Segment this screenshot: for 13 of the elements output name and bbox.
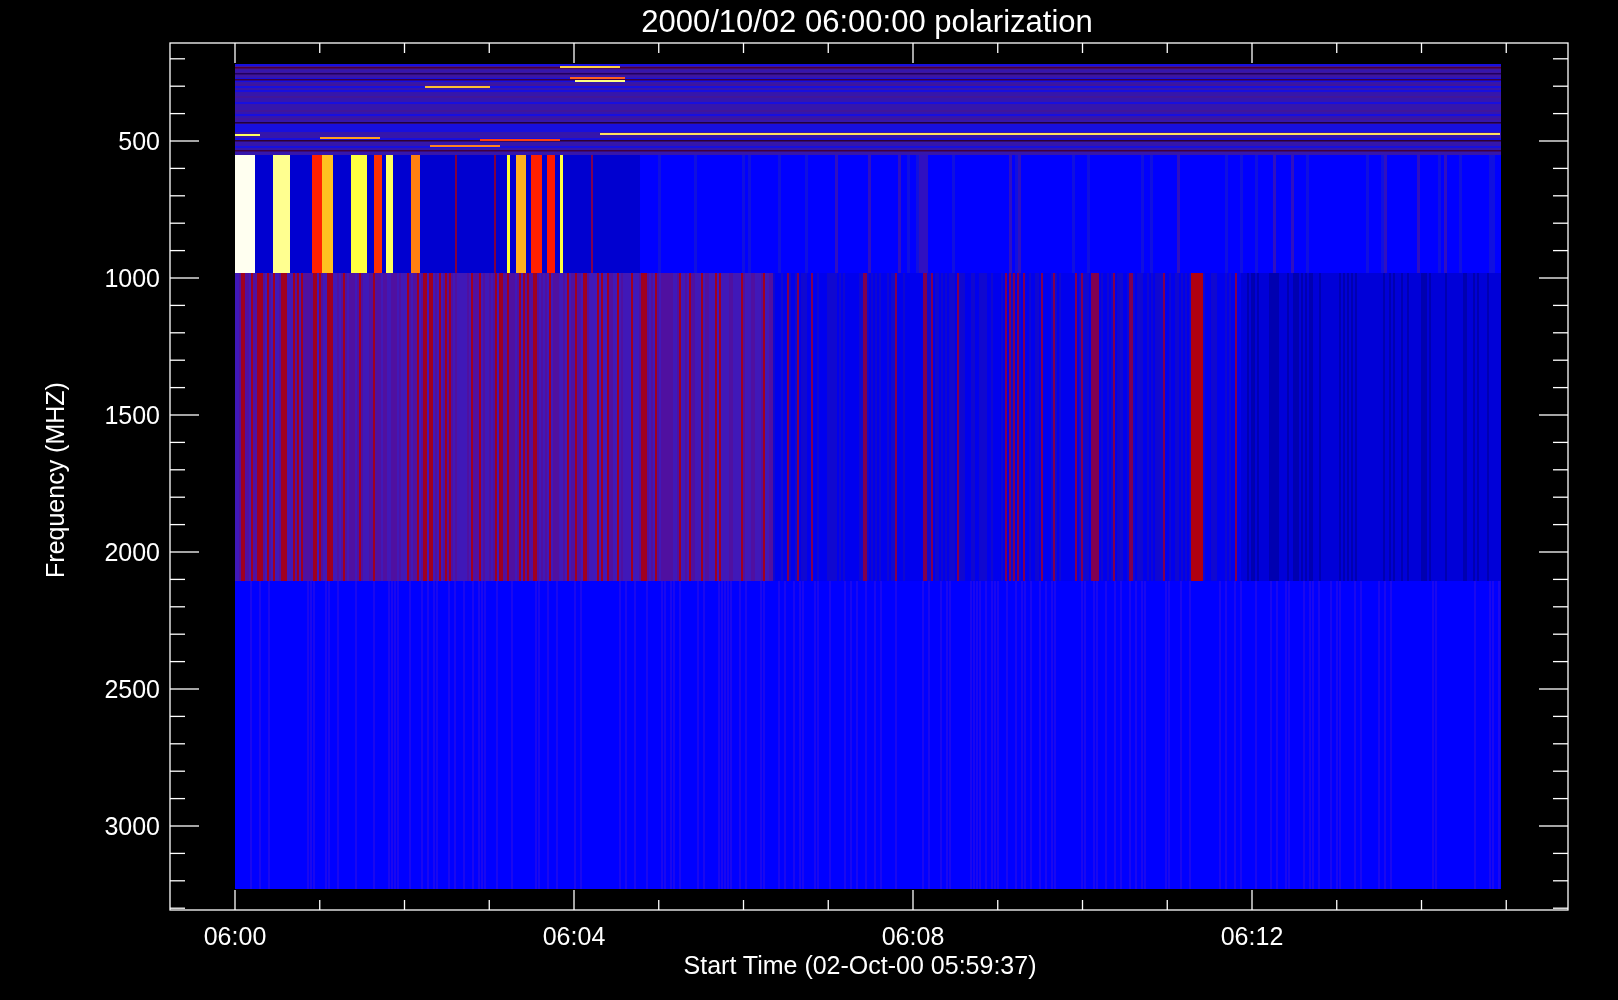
y-tick-label: 1000 xyxy=(104,264,160,292)
y-tick-label: 3000 xyxy=(104,812,160,840)
x-tick-label: 06:04 xyxy=(542,922,606,950)
y-tick-label: 1500 xyxy=(104,401,160,429)
y-tick-label: 500 xyxy=(118,127,160,155)
x-tick-label: 06:08 xyxy=(881,922,945,950)
chart-title: 2000/10/02 06:00:00 polarization xyxy=(641,4,1093,39)
x-tick-label: 06:00 xyxy=(203,922,267,950)
x-axis-label: Start Time (02-Oct-00 05:59:37) xyxy=(683,951,1037,979)
y-tick-label: 2500 xyxy=(104,675,160,703)
y-axis-label: Frequency (MHZ) xyxy=(41,382,69,578)
y-tick-label: 2000 xyxy=(104,538,160,566)
x-tick-label: 06:12 xyxy=(1220,922,1284,950)
